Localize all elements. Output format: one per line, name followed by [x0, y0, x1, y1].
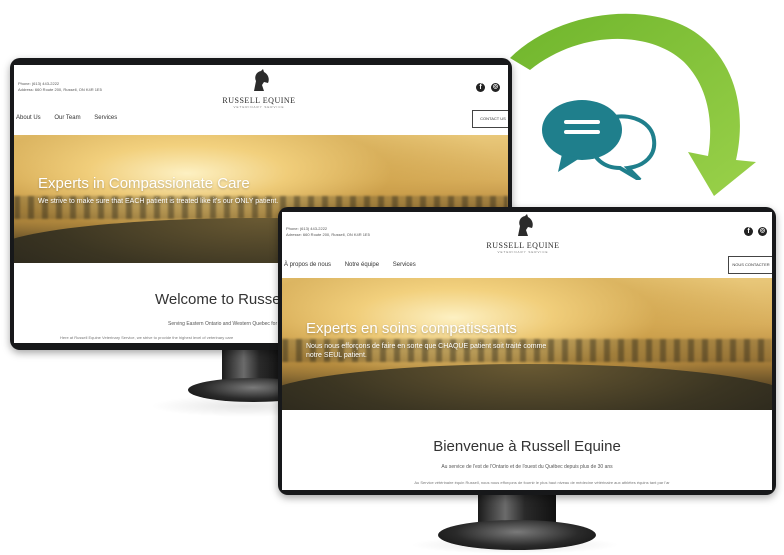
hero-text: Nous nous efforçons de faire en sorte qu… — [306, 343, 547, 360]
nav-item-services[interactable]: Services — [393, 262, 416, 268]
logo-name: RUSSELL EQUINE — [486, 241, 560, 250]
contact-button[interactable]: NOUS CONTACTER — [728, 256, 772, 274]
main-nav: À propos de nous Notre équipe Services — [284, 262, 416, 268]
nav-item-team[interactable]: Notre équipe — [345, 262, 379, 268]
serving-text: Au service de l'est de l'Ontario et de l… — [441, 464, 613, 470]
site-logo[interactable]: RUSSELL EQUINE VETERINARY SERVICE — [483, 214, 563, 254]
horse-head-logo-icon — [518, 214, 533, 236]
hero-banner: Experts en soins compatissants Nous nous… — [282, 278, 772, 410]
nav-item-about[interactable]: À propos de nous — [284, 262, 331, 268]
logo-subtitle: VETERINARY SERVICE — [497, 250, 549, 254]
monitor-stand-base — [438, 520, 596, 550]
contact-info: Phone: (613) 443-2222 Adresse: 660 Route… — [286, 226, 370, 238]
hero-title: Experts en soins compatissants — [306, 320, 517, 337]
site-header: Phone: (613) 443-2222 Adresse: 660 Route… — [282, 212, 772, 278]
welcome-heading: Bienvenue à Russell Equine — [433, 438, 621, 455]
hero-field — [282, 363, 772, 410]
facebook-icon[interactable]: f — [744, 227, 753, 236]
intro-text: Au Service vétérinaire équin Russell, no… — [414, 480, 670, 485]
instagram-icon[interactable]: ◎ — [758, 227, 767, 236]
french-site-screen: Phone: (613) 443-2222 Adresse: 660 Route… — [282, 212, 772, 490]
contact-address: Adresse: 660 Route 200, Russell, ON K4R … — [286, 232, 370, 237]
monitor-french: Phone: (613) 443-2222 Adresse: 660 Route… — [0, 0, 784, 555]
